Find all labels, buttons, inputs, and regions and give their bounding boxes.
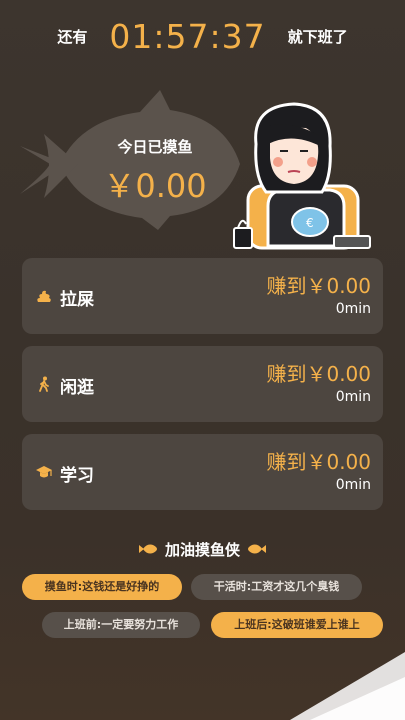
activity-name: 闲逛 bbox=[60, 378, 94, 398]
girl-illustration-icon: € bbox=[233, 102, 371, 250]
activity-name: 拉屎 bbox=[60, 290, 94, 310]
activity-duration: 0min bbox=[335, 389, 371, 405]
today-label: 今日已摸鱼 bbox=[117, 138, 193, 156]
graduation-cap-icon bbox=[36, 466, 52, 478]
fish-icon bbox=[248, 544, 266, 554]
activity-earned: 赚到￥0.00 bbox=[266, 450, 371, 474]
walking-icon bbox=[39, 376, 49, 392]
countdown-suffix: 就下班了 bbox=[287, 27, 348, 46]
activity-duration: 0min bbox=[335, 477, 371, 493]
activity-earned: 赚到￥0.00 bbox=[266, 274, 371, 298]
today-summary: 今日已摸鱼 ￥0.00 bbox=[80, 136, 230, 207]
countdown-prefix: 还有 bbox=[57, 27, 88, 46]
light-streak-decoration bbox=[290, 652, 405, 720]
activity-duration: 0min bbox=[335, 301, 371, 317]
motto-title: 加油摸鱼侠 bbox=[164, 540, 240, 559]
svg-text:€: € bbox=[306, 216, 314, 230]
motto-chip[interactable]: 上班前:一定要努力工作 bbox=[42, 612, 200, 638]
fish-icon bbox=[138, 544, 157, 554]
countdown-timer: 01:57:37 bbox=[109, 16, 266, 56]
motto-chip[interactable]: 干活时:工资才这几个臭钱 bbox=[191, 574, 362, 600]
poop-icon bbox=[37, 290, 51, 302]
today-amount: ￥0.00 bbox=[103, 167, 207, 205]
motto-chip[interactable]: 摸鱼时:这钱还是好挣的 bbox=[22, 574, 182, 600]
activity-card-toilet[interactable]: 拉屎 赚到￥0.00 0min bbox=[22, 258, 383, 334]
countdown-bar: 还有 01:57:37 就下班了 bbox=[0, 14, 405, 58]
activity-card-study[interactable]: 学习 赚到￥0.00 0min bbox=[22, 434, 383, 510]
motto-header: 加油摸鱼侠 bbox=[0, 537, 405, 561]
activity-name: 学习 bbox=[60, 466, 94, 486]
activity-earned: 赚到￥0.00 bbox=[266, 362, 371, 386]
activity-card-wander[interactable]: 闲逛 赚到￥0.00 0min bbox=[22, 346, 383, 422]
